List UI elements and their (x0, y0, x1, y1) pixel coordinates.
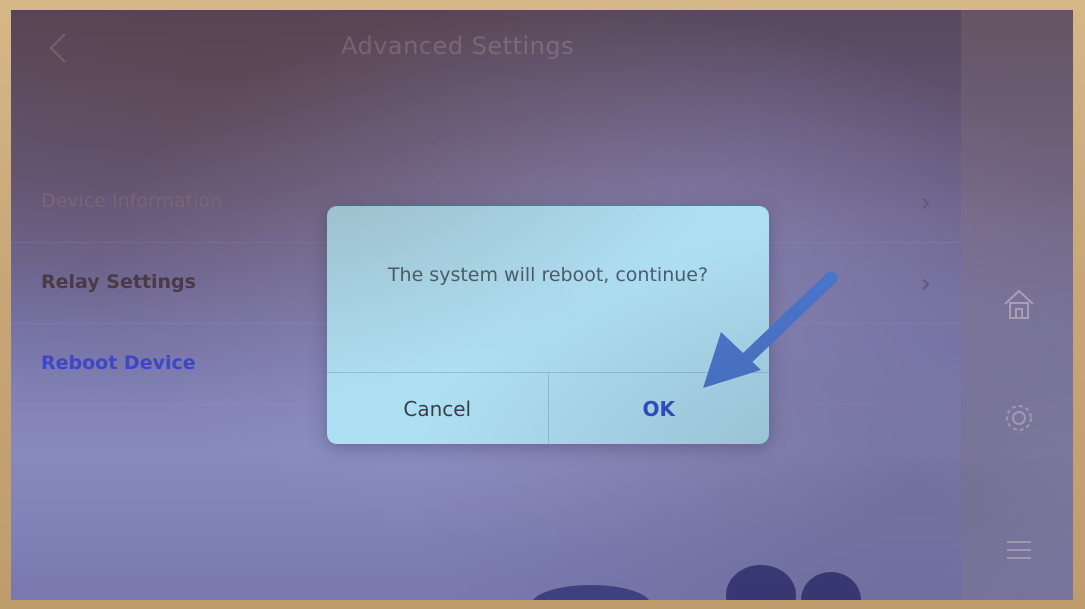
cancel-button[interactable]: Cancel (327, 373, 549, 444)
annotation-arrow-icon (703, 271, 838, 388)
touch-screen: Advanced Settings Device Information › R… (11, 10, 1073, 600)
